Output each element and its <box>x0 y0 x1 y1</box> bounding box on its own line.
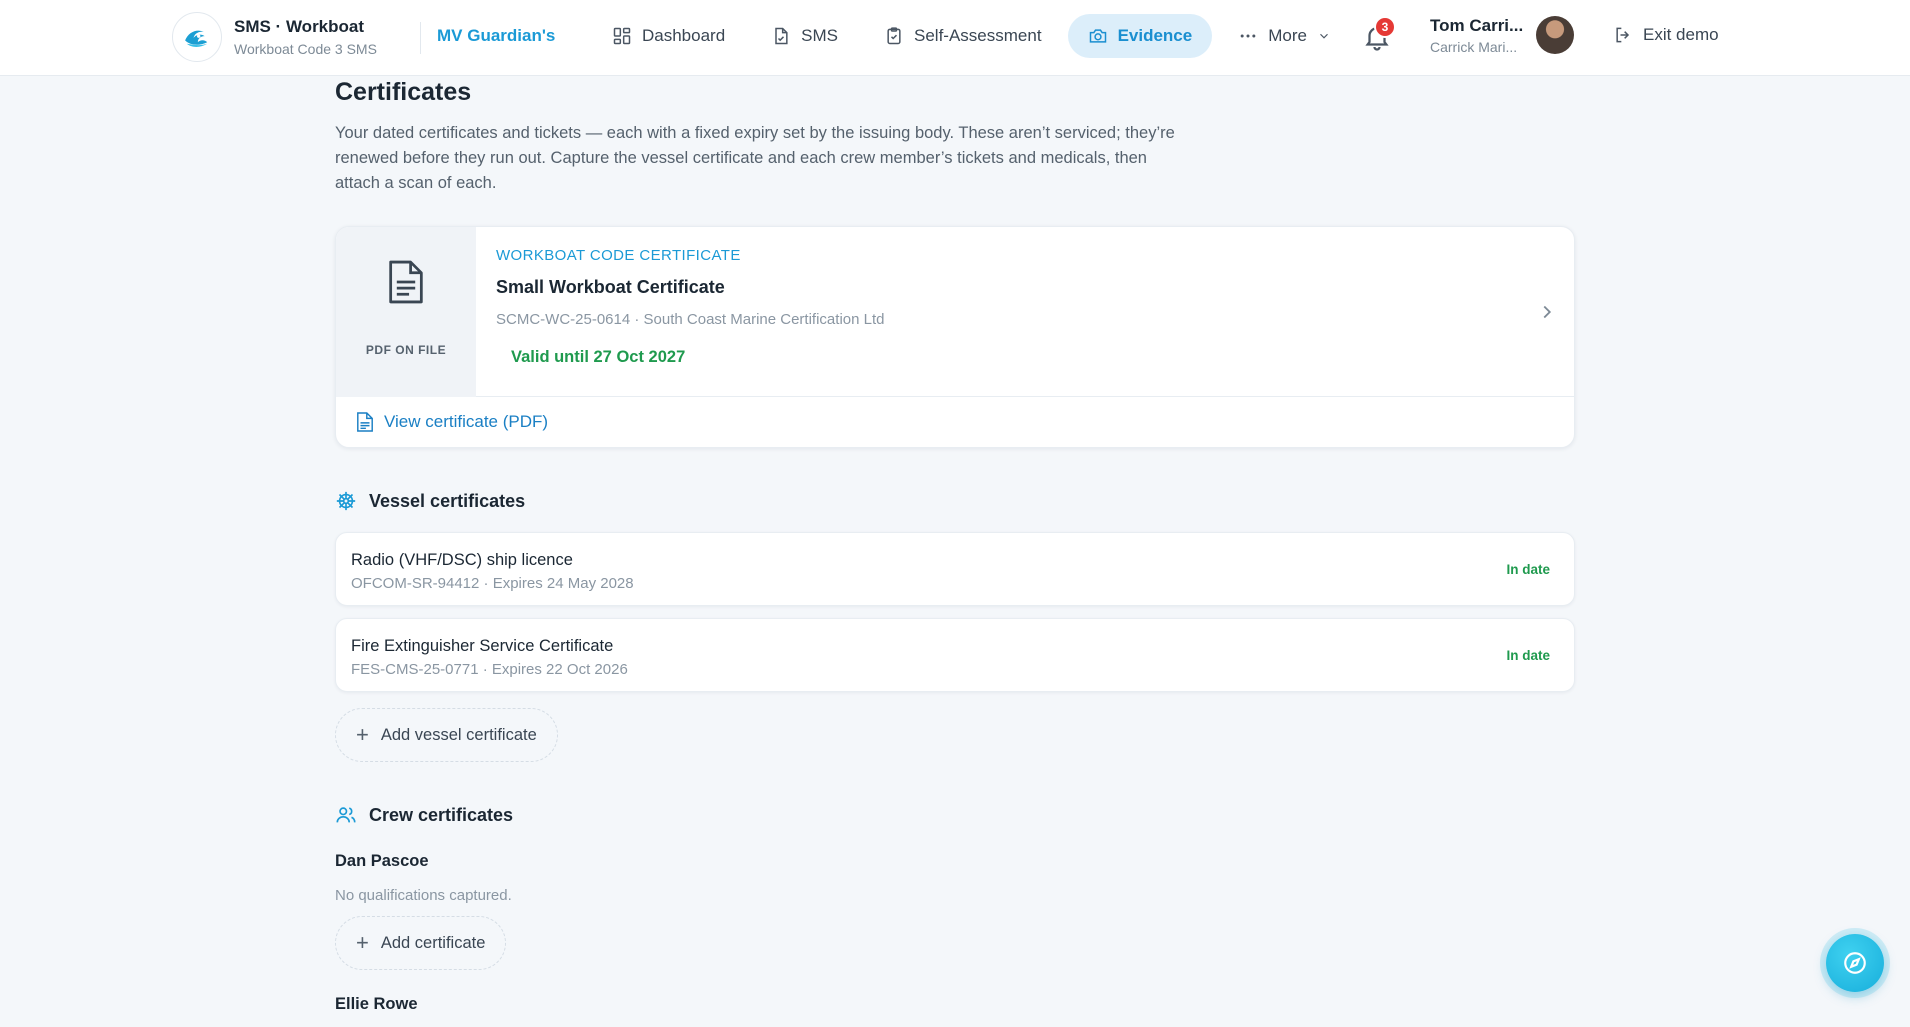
certificate-validity: Valid until 27 Oct 2027 <box>511 348 686 366</box>
user-name: Tom Carri... <box>1430 16 1524 35</box>
add-vessel-certificate-button[interactable]: + Add vessel certificate <box>335 708 558 762</box>
top-navigation-bar: SMS · Workboat Workboat Code 3 SMS MV Gu… <box>0 0 1910 76</box>
nav-evidence-label: Evidence <box>1117 26 1193 45</box>
chevron-down-icon <box>1320 33 1328 39</box>
view-certificate-label: View certificate (PDF) <box>384 412 549 431</box>
vessel-selector[interactable]: MV Guardian's <box>437 26 555 46</box>
brand[interactable]: SMS · Workboat Workboat Code 3 SMS <box>172 12 377 62</box>
header-divider <box>420 22 421 54</box>
page-title: Certificates <box>335 78 472 106</box>
brand-title: SMS · Workboat <box>234 17 365 36</box>
vessel-certificate-meta: FES-CMS-25-0771 · Expires 22 Oct 2026 <box>351 661 628 678</box>
brand-subtitle: Workboat Code 3 SMS <box>234 41 377 57</box>
crew-certificates-title: Crew certificates <box>369 804 514 825</box>
assistant-fab[interactable] <box>1826 934 1884 992</box>
workboat-certificate-card: PDF ON FILE WORKBOAT CODE CERTIFICATE Sm… <box>335 226 1575 448</box>
crew-certificates-heading: Crew certificates <box>335 804 1575 826</box>
add-crew-certificate-button[interactable]: + Add certificate <box>335 916 507 970</box>
status-badge: In date <box>1506 562 1550 577</box>
vessel-certificate-title: Fire Extinguisher Service Certificate <box>351 637 614 655</box>
nav-more[interactable]: More <box>1218 14 1351 58</box>
brand-logo-icon <box>172 12 222 62</box>
file-icon <box>357 412 373 432</box>
vessel-certificate-title: Radio (VHF/DSC) ship licence <box>351 551 573 569</box>
avatar[interactable] <box>1536 16 1574 54</box>
exit-demo-label: Exit demo <box>1643 25 1719 44</box>
ship-wheel-icon <box>336 491 356 511</box>
crew-member-name: Dan Pascoe <box>335 852 429 870</box>
certificate-title: Small Workboat Certificate <box>496 277 725 297</box>
page-description: Your dated certificates and tickets — ea… <box>335 124 1175 192</box>
certificate-kicker: WORKBOAT CODE CERTIFICATE <box>496 247 741 264</box>
workboat-certificate-summary[interactable]: PDF ON FILE WORKBOAT CODE CERTIFICATE Sm… <box>336 227 1574 397</box>
add-crew-certificate-label: Add certificate <box>380 933 486 952</box>
crew-empty-state: No qualifications captured. <box>335 887 512 904</box>
users-icon <box>336 807 356 823</box>
exit-demo-button[interactable]: Exit demo <box>1613 25 1719 45</box>
vessel-certificate-row[interactable]: Fire Extinguisher Service Certificate FE… <box>335 618 1575 692</box>
camera-icon <box>1089 29 1106 43</box>
plus-icon: + <box>356 722 369 747</box>
main-nav: Dashboard SMS Self-Assessment Evidence M… <box>592 14 1357 58</box>
nav-self-assessment[interactable]: Self-Assessment <box>864 14 1062 58</box>
pdf-on-file-label: PDF ON FILE <box>365 343 447 357</box>
view-certificate-link[interactable]: View certificate (PDF) <box>336 397 1574 447</box>
user-org: Carrick Mari... <box>1430 39 1518 55</box>
pdf-thumbnail: PDF ON FILE <box>336 227 476 397</box>
grid-icon <box>613 27 631 45</box>
nav-dashboard[interactable]: Dashboard <box>592 14 745 58</box>
logout-icon <box>1616 27 1630 43</box>
crew-member-name: Ellie Rowe <box>335 995 418 1013</box>
nav-self-assessment-label: Self-Assessment <box>914 26 1042 45</box>
main-content: Certificates Your dated certificates and… <box>335 76 1575 1014</box>
add-vessel-certificate-label: Add vessel certificate <box>380 725 537 744</box>
vessel-certificate-list: Radio (VHF/DSC) ship licence OFCOM-SR-94… <box>335 532 1575 692</box>
clipboard-check-icon <box>887 27 901 45</box>
compass-icon <box>1844 952 1866 974</box>
nav-evidence[interactable]: Evidence <box>1067 14 1213 58</box>
file-text-icon <box>389 260 423 304</box>
vessel-certificates-title: Vessel certificates <box>369 490 526 511</box>
status-badge: In date <box>1506 648 1550 663</box>
user-menu[interactable]: Tom Carri... Carrick Mari... <box>1430 16 1523 55</box>
nav-sms-label: SMS <box>801 26 839 45</box>
nav-sms[interactable]: SMS <box>751 14 858 58</box>
dots-icon <box>1240 34 1256 38</box>
document-icon <box>775 27 788 45</box>
vessel-certificate-row[interactable]: Radio (VHF/DSC) ship licence OFCOM-SR-94… <box>335 532 1575 606</box>
plus-icon: + <box>356 930 369 955</box>
nav-dashboard-label: Dashboard <box>642 26 726 45</box>
nav-more-label: More <box>1268 26 1307 45</box>
notification-badge: 3 <box>1374 16 1396 38</box>
chevron-right-icon <box>1543 305 1552 319</box>
vessel-certificate-meta: OFCOM-SR-94412 · Expires 24 May 2028 <box>351 575 634 592</box>
certificate-meta: SCMC-WC-25-0614 · South Coast Marine Cer… <box>496 311 885 328</box>
vessel-certificates-heading: Vessel certificates <box>335 490 1575 512</box>
